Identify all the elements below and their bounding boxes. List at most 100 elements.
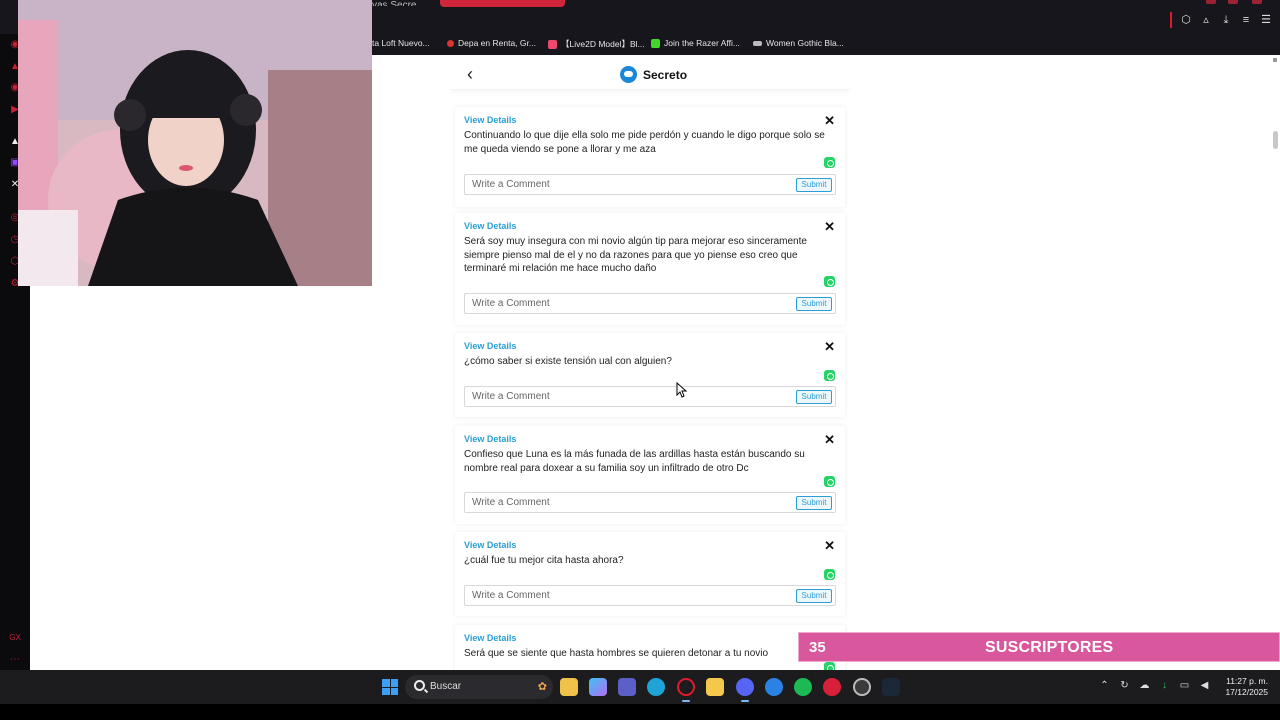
comment-form: Write a Comment Submit (464, 174, 836, 195)
download-icon[interactable]: ⤓ (1220, 14, 1232, 26)
subscriber-label: SUSCRIPTORES (985, 639, 1114, 656)
secret-text: Será que se siente que hasta hombres se … (464, 648, 769, 659)
submit-button[interactable]: Submit (796, 297, 832, 311)
streamlabs-icon[interactable] (765, 678, 783, 696)
chat-bubble-logo-icon (620, 66, 637, 83)
view-details-link[interactable]: View Details (464, 221, 516, 231)
windows-taskbar: Buscar ✿ ⌃ ↻ ☁ ↓ ▭ ◀ 11:27 p. m. 17/12/2… (0, 670, 1280, 704)
glasses-icon (753, 40, 762, 46)
submit-button[interactable]: Submit (796, 589, 832, 603)
scroll-thumb[interactable] (1273, 131, 1278, 149)
windows-start-icon[interactable] (382, 679, 398, 695)
bookmark-item[interactable]: 【Live2D Model】Bl... (548, 38, 645, 50)
bookmark-item[interactable]: ta Loft Nuevo... (372, 38, 430, 48)
view-details-link[interactable]: View Details (464, 434, 516, 444)
location-pin-icon (447, 39, 454, 47)
view-details-link[interactable]: View Details (464, 341, 516, 351)
active-app-indicator (741, 700, 749, 702)
page-scrollbar[interactable] (1270, 55, 1280, 670)
secret-card: View Details ✕ ¿cuál fue tu mejor cita h… (455, 532, 845, 616)
obs-icon[interactable] (823, 678, 841, 696)
bookmark-item[interactable]: Join the Razer Affi... (651, 38, 740, 48)
scroll-up-arrow[interactable] (1273, 58, 1277, 62)
whatsapp-share-icon[interactable] (824, 276, 835, 287)
minimize-button[interactable] (1206, 0, 1216, 4)
view-details-link[interactable]: View Details (464, 633, 516, 643)
taskbar-search[interactable]: Buscar ✿ (405, 675, 553, 699)
toolbar-divider (1170, 12, 1172, 28)
app-header: ‹ Secreto (450, 59, 850, 89)
bookmark-label: Women Gothic Bla... (766, 38, 844, 48)
page-title: Secreto (643, 67, 688, 82)
steam-icon[interactable] (882, 678, 900, 696)
store-icon[interactable] (560, 678, 578, 696)
whatsapp-share-icon[interactable] (824, 157, 835, 168)
whatsapp-share-icon[interactable] (824, 569, 835, 580)
cloud-icon[interactable]: ☁ (1139, 680, 1150, 691)
edge-browser-icon[interactable] (647, 678, 665, 696)
close-window-button[interactable] (1252, 0, 1262, 4)
comment-form: Write a Comment Submit (464, 585, 836, 606)
maximize-button[interactable] (1228, 0, 1238, 4)
bookmark-item[interactable]: Depa en Renta, Gr... (447, 38, 536, 48)
menu-icon[interactable]: ☰ (1260, 14, 1272, 26)
secret-text: ¿cuál fue tu mejor cita hasta ahora? (464, 555, 624, 566)
search-highlight-icon: ✿ (537, 681, 547, 693)
close-icon[interactable]: ✕ (824, 433, 835, 446)
clock-time: 11:27 p. m. (1226, 676, 1268, 686)
comment-input[interactable]: Write a Comment (472, 298, 550, 309)
nvidia-icon[interactable]: ↓ (1159, 680, 1170, 691)
wallet-icon[interactable]: ▵ (1200, 14, 1212, 26)
sidebar-gx-icon[interactable]: GX (9, 632, 21, 644)
comment-input[interactable]: Write a Comment (472, 590, 550, 601)
copilot-icon[interactable] (589, 678, 607, 696)
spotify-icon[interactable] (794, 678, 812, 696)
submit-button[interactable]: Submit (796, 496, 832, 510)
submit-button[interactable]: Submit (796, 390, 832, 404)
sidebar-more-icon[interactable]: ⋯ (9, 654, 21, 666)
comment-input[interactable]: Write a Comment (472, 391, 550, 402)
comment-input[interactable]: Write a Comment (472, 179, 550, 190)
secreto-app: ‹ Secreto View Details ✕ Continuando lo … (450, 55, 850, 670)
teams-icon[interactable] (618, 678, 636, 696)
clock-date: 17/12/2025 (1225, 687, 1268, 697)
submit-button[interactable]: Submit (796, 178, 832, 192)
webcam-overlay (18, 0, 372, 286)
file-explorer-icon[interactable] (706, 678, 724, 696)
close-icon[interactable]: ✕ (824, 340, 835, 353)
whatsapp-share-icon[interactable] (824, 662, 835, 670)
comment-input[interactable]: Write a Comment (472, 497, 550, 508)
display-icon[interactable]: ▭ (1179, 680, 1190, 691)
volume-icon[interactable]: ◀ (1199, 680, 1210, 691)
system-clock[interactable]: 11:27 p. m. 17/12/2025 (1225, 676, 1268, 698)
close-icon[interactable]: ✕ (824, 114, 835, 127)
whatsapp-share-icon[interactable] (824, 476, 835, 487)
close-icon[interactable]: ✕ (824, 220, 835, 233)
tab-title-fragment[interactable]: yas Secre (372, 0, 416, 6)
discord-icon[interactable] (736, 678, 754, 696)
bookmark-label: Depa en Renta, Gr... (458, 38, 536, 48)
bookmark-site-icon (548, 39, 557, 49)
back-button[interactable]: ‹ (460, 64, 480, 84)
whatsapp-share-icon[interactable] (824, 370, 835, 381)
sync-icon[interactable]: ↻ (1119, 680, 1130, 691)
bookmark-item[interactable]: Women Gothic Bla... (753, 38, 844, 48)
subscriber-counter-overlay: 35 SUSCRIPTORES (798, 632, 1280, 662)
comment-form: Write a Comment Submit (464, 386, 836, 407)
view-details-link[interactable]: View Details (464, 540, 516, 550)
chevron-up-icon[interactable]: ⌃ (1099, 680, 1110, 691)
close-icon[interactable]: ✕ (824, 539, 835, 552)
view-details-link[interactable]: View Details (464, 115, 516, 125)
comment-form: Write a Comment Submit (464, 293, 836, 314)
secret-card: View Details ✕ Confieso que Luna es la m… (455, 426, 845, 524)
screen-bottom-edge (0, 704, 1280, 720)
active-tab[interactable] (440, 0, 565, 7)
history-icon[interactable]: ≡ (1240, 14, 1252, 26)
extensions-icon[interactable]: ⬡ (1180, 14, 1192, 26)
secret-card: View Details ✕ Continuando lo que dije e… (455, 107, 845, 207)
opera-gx-icon[interactable] (677, 678, 695, 696)
browser-toolbar-right: ⬡ ▵ ⤓ ≡ ☰ (1170, 12, 1272, 28)
chrome-dev-icon[interactable] (853, 678, 871, 696)
razer-icon (651, 38, 660, 48)
subscriber-count: 35 (809, 639, 826, 656)
